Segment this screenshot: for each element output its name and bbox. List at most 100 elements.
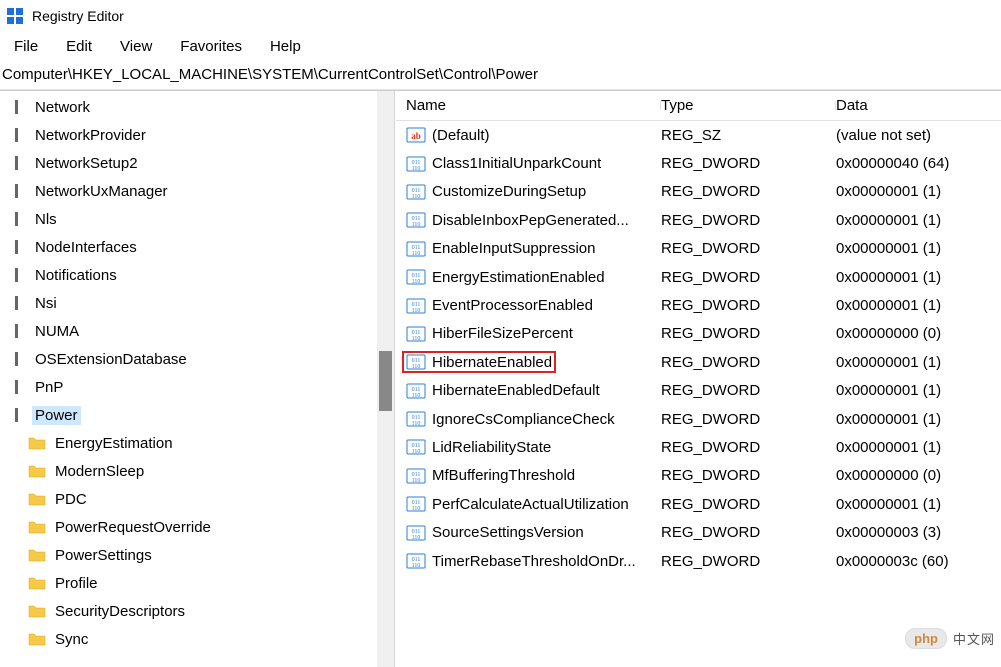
value-type: REG_DWORD (661, 496, 836, 513)
value-type: REG_DWORD (661, 382, 836, 399)
value-row[interactable]: 011110EnergyEstimationEnabledREG_DWORD0x… (396, 263, 1001, 291)
value-data: 0x00000001 (1) (836, 269, 1001, 286)
menu-view[interactable]: View (116, 36, 156, 57)
key-collapsed-icon (8, 98, 26, 116)
tree-item-label: SecurityDescriptors (52, 602, 188, 621)
key-collapsed-icon (8, 126, 26, 144)
header-type[interactable]: Type (661, 97, 836, 114)
tree-item-networksetup2[interactable]: NetworkSetup2 (0, 149, 377, 177)
svg-text:110: 110 (412, 478, 421, 484)
value-data: 0x00000001 (1) (836, 496, 1001, 513)
value-name: LidReliabilityState (432, 439, 551, 456)
value-name: MfBufferingThreshold (432, 467, 575, 484)
menu-help[interactable]: Help (266, 36, 305, 57)
value-data: 0x00000001 (1) (836, 382, 1001, 399)
value-name-cell: 011110 Class1InitialUnparkCount (396, 155, 661, 173)
key-collapsed-icon (8, 154, 26, 172)
tree-panel: NetworkNetworkProviderNetworkSetup2Netwo… (0, 91, 395, 667)
value-row[interactable]: 011110HiberFileSizePercentREG_DWORD0x000… (396, 320, 1001, 348)
regedit-icon (6, 7, 24, 25)
value-name: Class1InitialUnparkCount (432, 155, 601, 172)
tree-item-powersettings[interactable]: PowerSettings (0, 541, 377, 569)
value-name-cell: 011110TimerRebaseThresholdOnDr... (396, 552, 661, 570)
tree-item-nls[interactable]: Nls (0, 205, 377, 233)
tree-item-network[interactable]: Network (0, 93, 377, 121)
svg-text:110: 110 (412, 535, 421, 541)
values-header: Name Type Data (396, 91, 1001, 121)
value-row[interactable]: 011110EventProcessorEnabledREG_DWORD0x00… (396, 291, 1001, 319)
svg-text:110: 110 (412, 166, 421, 172)
svg-text:ab: ab (411, 131, 421, 141)
binary-value-icon: 011110 (406, 524, 426, 542)
value-row[interactable]: 011110SourceSettingsVersionREG_DWORD0x00… (396, 518, 1001, 546)
header-name[interactable]: Name (396, 97, 661, 114)
address-bar[interactable]: Computer\HKEY_LOCAL_MACHINE\SYSTEM\Curre… (0, 60, 1001, 90)
binary-value-icon: 011110 (406, 382, 426, 400)
value-name: IgnoreCsComplianceCheck (432, 411, 615, 428)
address-path: Computer\HKEY_LOCAL_MACHINE\SYSTEM\Curre… (2, 66, 538, 83)
value-type: REG_DWORD (661, 269, 836, 286)
value-name: DisableInboxPepGenerated... (432, 212, 629, 229)
tree-item-powerrequestoverride[interactable]: PowerRequestOverride (0, 513, 377, 541)
tree-item-sync[interactable]: Sync (0, 625, 377, 653)
binary-value-icon: 011110 (406, 155, 426, 173)
tree-item-label: PnP (32, 378, 66, 397)
value-row[interactable]: 011110HibernateEnabledDefaultREG_DWORD0x… (396, 377, 1001, 405)
value-row[interactable]: 011110Class1InitialUnparkCountREG_DWORD0… (396, 149, 1001, 177)
menu-favorites[interactable]: Favorites (176, 36, 246, 57)
folder-icon (28, 574, 46, 592)
tree-scrollbar-thumb[interactable] (379, 351, 392, 411)
value-data: 0x00000001 (1) (836, 297, 1001, 314)
value-row[interactable]: 011110EnableInputSuppressionREG_DWORD0x0… (396, 235, 1001, 263)
tree-item-networkprovider[interactable]: NetworkProvider (0, 121, 377, 149)
tree-item-nsi[interactable]: Nsi (0, 289, 377, 317)
value-name: HiberFileSizePercent (432, 325, 573, 342)
tree-item-securitydescriptors[interactable]: SecurityDescriptors (0, 597, 377, 625)
tree-item-nodeinterfaces[interactable]: NodeInterfaces (0, 233, 377, 261)
folder-icon (28, 462, 46, 480)
header-data[interactable]: Data (836, 97, 1001, 114)
tree-item-pdc[interactable]: PDC (0, 485, 377, 513)
value-row[interactable]: 011110DisableInboxPepGenerated...REG_DWO… (396, 206, 1001, 234)
tree-item-notifications[interactable]: Notifications (0, 261, 377, 289)
tree-item-modernsleep[interactable]: ModernSleep (0, 457, 377, 485)
tree-scrollbar[interactable] (377, 91, 394, 667)
key-collapsed-icon (8, 238, 26, 256)
value-type: REG_DWORD (661, 553, 836, 570)
value-row[interactable]: 011110TimerRebaseThresholdOnDr...REG_DWO… (396, 547, 1001, 575)
value-row[interactable]: 011110IgnoreCsComplianceCheckREG_DWORD0x… (396, 405, 1001, 433)
folder-icon (28, 434, 46, 452)
tree-item-energyestimation[interactable]: EnergyEstimation (0, 429, 377, 457)
tree-item-numa[interactable]: NUMA (0, 317, 377, 345)
tree-item-networkuxmanager[interactable]: NetworkUxManager (0, 177, 377, 205)
value-type: REG_DWORD (661, 325, 836, 342)
menu-edit[interactable]: Edit (62, 36, 96, 57)
tree-item-label: Sync (52, 630, 91, 649)
tree-item-pnp[interactable]: PnP (0, 373, 377, 401)
binary-value-icon: 011110 (406, 552, 426, 570)
tree-item-power[interactable]: Power (0, 401, 377, 429)
value-row[interactable]: ab(Default)REG_SZ(value not set) (396, 121, 1001, 149)
value-row[interactable]: 011110PerfCalculateActualUtilizationREG_… (396, 490, 1001, 518)
tree-item-osextensiondatabase[interactable]: OSExtensionDatabase (0, 345, 377, 373)
value-name-cell: 011110EnableInputSuppression (396, 240, 661, 258)
key-collapsed-icon (8, 378, 26, 396)
value-row[interactable]: 011110CustomizeDuringSetupREG_DWORD0x000… (396, 178, 1001, 206)
value-row[interactable]: 011110MfBufferingThresholdREG_DWORD0x000… (396, 462, 1001, 490)
tree-item-profile[interactable]: Profile (0, 569, 377, 597)
value-data: 0x00000001 (1) (836, 240, 1001, 257)
value-name-cell: 011110LidReliabilityState (396, 438, 661, 456)
svg-text:110: 110 (412, 421, 421, 427)
value-name-cell: 011110EnergyEstimationEnabled (396, 268, 661, 286)
menu-file[interactable]: File (10, 36, 42, 57)
value-type: REG_DWORD (661, 212, 836, 229)
highlight-box: 011110HibernateEnabled (402, 351, 556, 373)
title-bar: Registry Editor (0, 0, 1001, 32)
value-name: EventProcessorEnabled (432, 297, 593, 314)
key-collapsed-icon (8, 266, 26, 284)
value-row[interactable]: 011110HibernateEnabledREG_DWORD0x0000000… (396, 348, 1001, 376)
svg-text:110: 110 (412, 251, 421, 257)
value-data: 0x00000001 (1) (836, 183, 1001, 200)
value-data: 0x00000040 (64) (836, 155, 1001, 172)
value-row[interactable]: 011110LidReliabilityStateREG_DWORD0x0000… (396, 433, 1001, 461)
